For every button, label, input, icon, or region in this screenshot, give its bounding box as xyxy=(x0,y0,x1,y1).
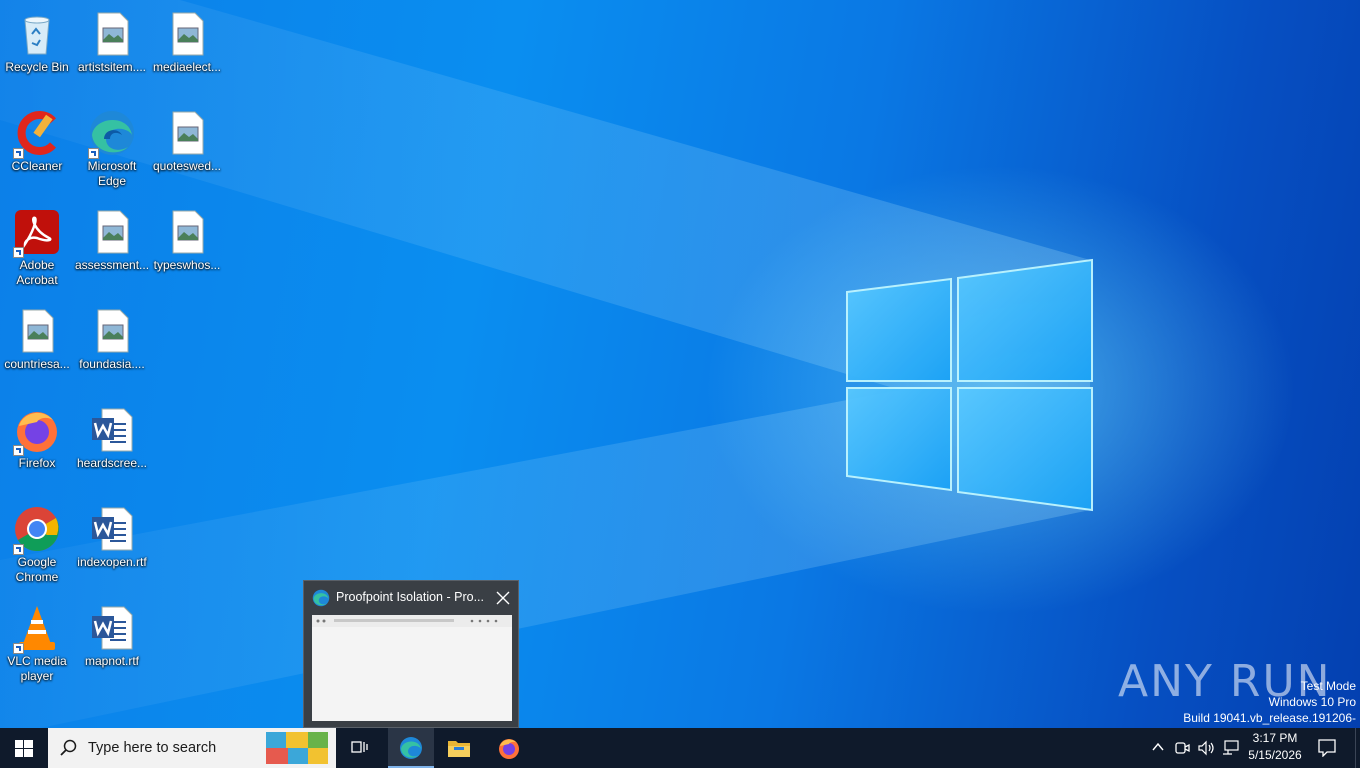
word-doc-icon xyxy=(92,507,133,551)
desktop-icon-label: typeswhos... xyxy=(153,258,221,272)
clock-time: 3:17 PM xyxy=(1252,731,1298,745)
shortcut-arrow-icon xyxy=(13,544,24,555)
task-view-icon xyxy=(351,741,368,753)
file-explorer-icon xyxy=(448,741,470,757)
thumbnail-toolbar xyxy=(312,615,512,627)
desktop-icon-label: Firefox xyxy=(18,456,56,470)
desktop-icon-heardscree[interactable]: heardscree... xyxy=(75,400,149,492)
desktop-icon-vlc[interactable]: VLC media player xyxy=(0,598,74,690)
image-file-icon xyxy=(172,111,204,155)
windows-start-icon xyxy=(15,740,33,757)
desktop-icon-adobe-acrobat[interactable]: Adobe Acrobat xyxy=(0,202,74,294)
shortcut-arrow-icon xyxy=(13,247,24,258)
watermark-line: Build 19041.vb_release.191206-1406 xyxy=(1183,711,1356,728)
desktop-icon-mediaelect[interactable]: mediaelect... xyxy=(150,4,224,96)
preview-title: Proofpoint Isolation - Pro... xyxy=(336,590,484,604)
preview-thumbnail[interactable] xyxy=(312,615,512,721)
taskbar-firefox-button[interactable] xyxy=(486,728,532,768)
clock-date: 5/15/2026 xyxy=(1248,748,1302,762)
desktop-icon-label: Adobe Acrobat xyxy=(16,258,58,287)
desktop-icon-label: countriesa... xyxy=(4,357,70,371)
desktop-icon-label: Microsoft Edge xyxy=(87,159,137,188)
desktop-icon-label: quoteswed... xyxy=(152,159,222,173)
desktop-icon-quoteswed[interactable]: quoteswed... xyxy=(150,103,224,195)
desktop-icon-microsoft-edge[interactable]: Microsoft Edge xyxy=(75,103,149,195)
taskbar: Type here to search 3:17 PM 5/15/2026 xyxy=(0,728,1360,768)
desktop-icon-firefox[interactable]: Firefox xyxy=(0,400,74,492)
taskbar-file-explorer-button[interactable] xyxy=(436,728,482,768)
image-file-icon xyxy=(172,12,204,56)
taskbar-edge-button[interactable] xyxy=(388,728,434,768)
desktop-icon-label: Recycle Bin xyxy=(5,60,69,74)
image-file-icon xyxy=(97,309,129,353)
desktop-icon-google-chrome[interactable]: Google Chrome xyxy=(0,499,74,591)
action-center-icon[interactable] xyxy=(1318,739,1336,757)
recycle-bin-icon xyxy=(24,16,50,55)
show-hidden-icons-chevron-icon[interactable] xyxy=(1152,742,1164,752)
taskbar-thumbnail-preview[interactable]: Proofpoint Isolation - Pro... xyxy=(303,580,519,728)
desktop-icon-label: artistsitem.... xyxy=(77,60,146,74)
firefox-icon xyxy=(499,739,519,759)
desktop-icon-label: indexopen.rtf xyxy=(77,555,147,569)
desktop-icon-indexopen[interactable]: indexopen.rtf xyxy=(75,499,149,591)
desktop-icon-label: heardscree... xyxy=(76,456,148,470)
meet-now-icon[interactable] xyxy=(1174,740,1190,756)
desktop-icon-label: assessment... xyxy=(75,258,150,272)
edge-icon xyxy=(312,589,330,607)
word-doc-icon xyxy=(92,408,133,452)
windows-test-mode-watermark: Test Mode Windows 10 Pro Build 19041.vb_… xyxy=(1170,678,1356,728)
desktop-icon-foundasia[interactable]: foundasia.... xyxy=(75,301,149,393)
search-highlight-puzzle-icon xyxy=(266,732,328,764)
search-icon xyxy=(60,739,77,756)
desktop-icon-label: mapnot.rtf xyxy=(84,654,140,668)
network-icon[interactable] xyxy=(1222,740,1240,756)
taskbar-clock[interactable]: 3:17 PM 5/15/2026 xyxy=(1246,731,1304,762)
desktop-icon-mapnot[interactable]: mapnot.rtf xyxy=(75,598,149,690)
desktop-icon-label: Google Chrome xyxy=(15,555,59,584)
edge-icon xyxy=(400,737,422,759)
taskbar-search-box[interactable]: Type here to search xyxy=(48,728,336,768)
desktop-icon-artistsitem[interactable]: artistsitem.... xyxy=(75,4,149,96)
desktop[interactable]: Recycle Bin CCleaner Adobe Acrobat count… xyxy=(0,0,1360,728)
close-icon[interactable] xyxy=(496,591,510,605)
desktop-icon-countriesa[interactable]: countriesa... xyxy=(0,301,74,393)
shortcut-arrow-icon xyxy=(13,643,24,654)
word-doc-icon xyxy=(92,606,133,650)
desktop-icon-typeswhos[interactable]: typeswhos... xyxy=(150,202,224,294)
volume-icon[interactable] xyxy=(1198,740,1216,756)
start-button[interactable] xyxy=(0,728,48,768)
desktop-icon-assessment[interactable]: assessment... xyxy=(75,202,149,294)
desktop-icon-ccleaner[interactable]: CCleaner xyxy=(0,103,74,195)
desktop-icon-label: VLC media player xyxy=(7,654,67,683)
search-placeholder: Type here to search xyxy=(88,740,217,756)
shortcut-arrow-icon xyxy=(13,445,24,456)
desktop-icon-label: CCleaner xyxy=(11,159,63,173)
show-desktop-button[interactable] xyxy=(1355,728,1360,768)
watermark-line: Windows 10 Pro xyxy=(1268,695,1356,709)
shortcut-arrow-icon xyxy=(88,148,99,159)
image-file-icon xyxy=(22,309,54,353)
image-file-icon xyxy=(172,210,204,254)
desktop-icon-label: foundasia.... xyxy=(79,357,145,371)
desktop-icon-label: mediaelect... xyxy=(152,60,222,74)
shortcut-arrow-icon xyxy=(13,148,24,159)
desktop-icon-recycle-bin[interactable]: Recycle Bin xyxy=(0,4,74,96)
watermark-line: Test Mode xyxy=(1300,679,1356,693)
image-file-icon xyxy=(97,12,129,56)
task-view-button[interactable] xyxy=(340,728,380,768)
image-file-icon xyxy=(97,210,129,254)
